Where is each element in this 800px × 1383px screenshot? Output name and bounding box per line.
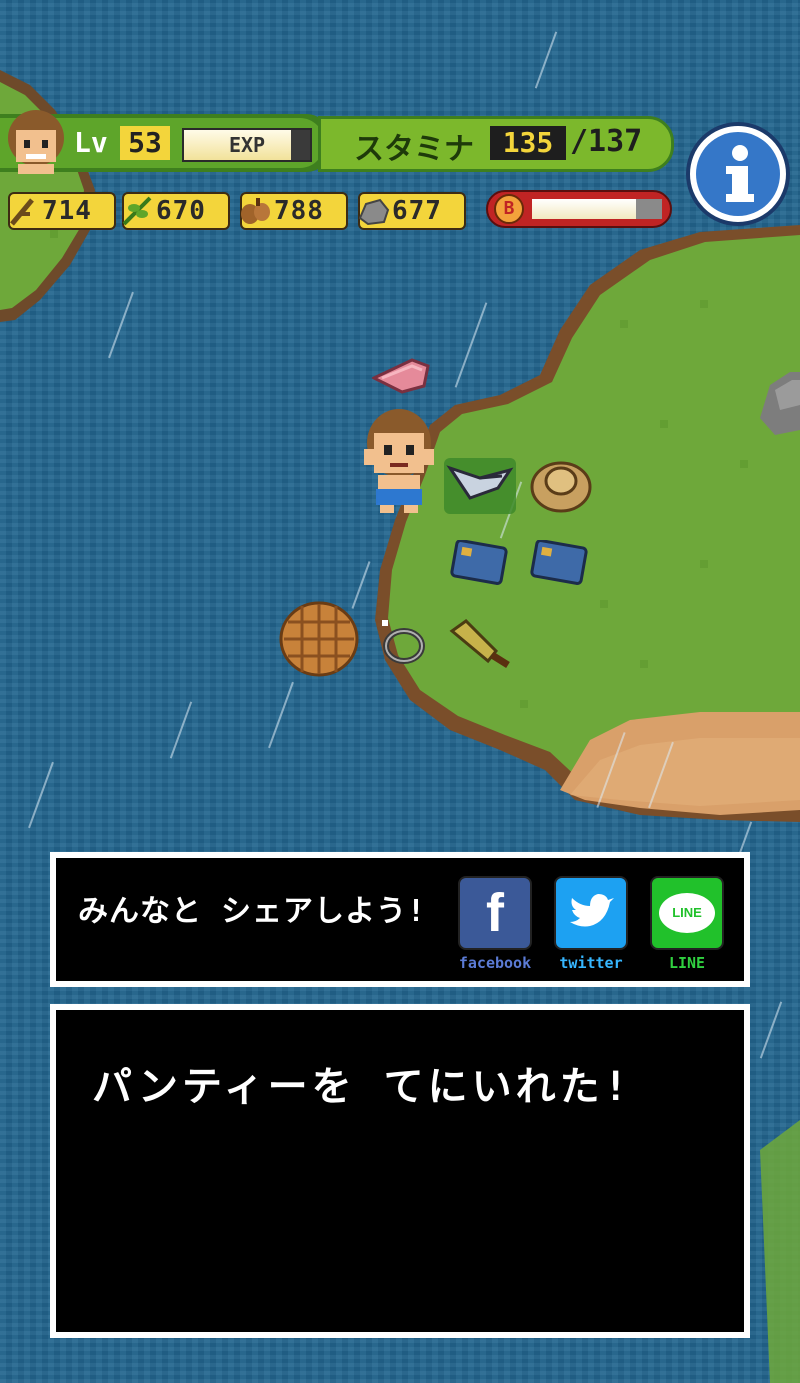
resource-nut: 788 [240, 192, 348, 230]
resource-leaf: 670 [122, 192, 230, 230]
exp-bar: EXP [182, 128, 312, 162]
knife-item-icon[interactable] [448, 615, 514, 671]
facebook-caption: facebook [458, 954, 532, 972]
bonus-meter [532, 199, 662, 219]
line-share-button[interactable]: LINE [650, 876, 724, 950]
bonus-meter-fill [532, 199, 636, 219]
resource-stone-value: 677 [392, 196, 442, 226]
line-caption: LINE [668, 954, 706, 972]
stone-icon [358, 198, 390, 226]
twitter-share-button[interactable] [554, 876, 628, 950]
message-window[interactable]: パンティーを てにいれた! [50, 1004, 750, 1338]
message-text: パンティーを てにいれた! [92, 1064, 632, 1110]
resource-nut-value: 788 [274, 196, 324, 226]
stamina-current: 135 [490, 126, 566, 160]
player-avatar-icon [8, 110, 64, 174]
line-icon: LINE [659, 893, 715, 933]
resource-branch: 714 [8, 192, 116, 230]
bonus-badge: B [494, 194, 524, 224]
card-item-icon[interactable] [450, 540, 508, 586]
hat-item-icon[interactable] [530, 455, 592, 513]
panties-item-icon[interactable] [372, 358, 430, 394]
resource-leaf-value: 670 [156, 196, 206, 226]
resource-branch-value: 714 [42, 196, 92, 226]
share-panel: みんなと シェアしよう! f facebook twitter LINE LIN… [50, 852, 750, 987]
info-button[interactable] [686, 122, 790, 226]
info-icon [696, 132, 780, 216]
exp-label: EXP [228, 133, 266, 157]
twitter-caption: twitter [559, 954, 623, 972]
fish-item-icon[interactable] [440, 448, 520, 518]
ring-item-icon[interactable] [378, 618, 428, 666]
level-value: 53 [120, 126, 170, 160]
twitter-bird-icon [570, 894, 614, 927]
nut-icon [241, 198, 270, 224]
player-character[interactable] [358, 405, 440, 515]
facebook-share-button[interactable]: f [458, 876, 532, 950]
stamina-label: スタミナ [354, 132, 474, 167]
stamina-max: /137 [570, 124, 643, 159]
raft-item-icon[interactable] [278, 600, 360, 678]
level-prefix: Lv [74, 126, 108, 159]
share-text: みんなと シェアしよう! [78, 894, 427, 929]
card-item-icon[interactable] [530, 540, 588, 586]
facebook-icon: f [486, 883, 504, 943]
leaf-icon [122, 196, 152, 226]
info-i-glyph-icon [726, 145, 754, 202]
branch-icon [10, 198, 34, 226]
resource-stone: 677 [358, 192, 466, 230]
